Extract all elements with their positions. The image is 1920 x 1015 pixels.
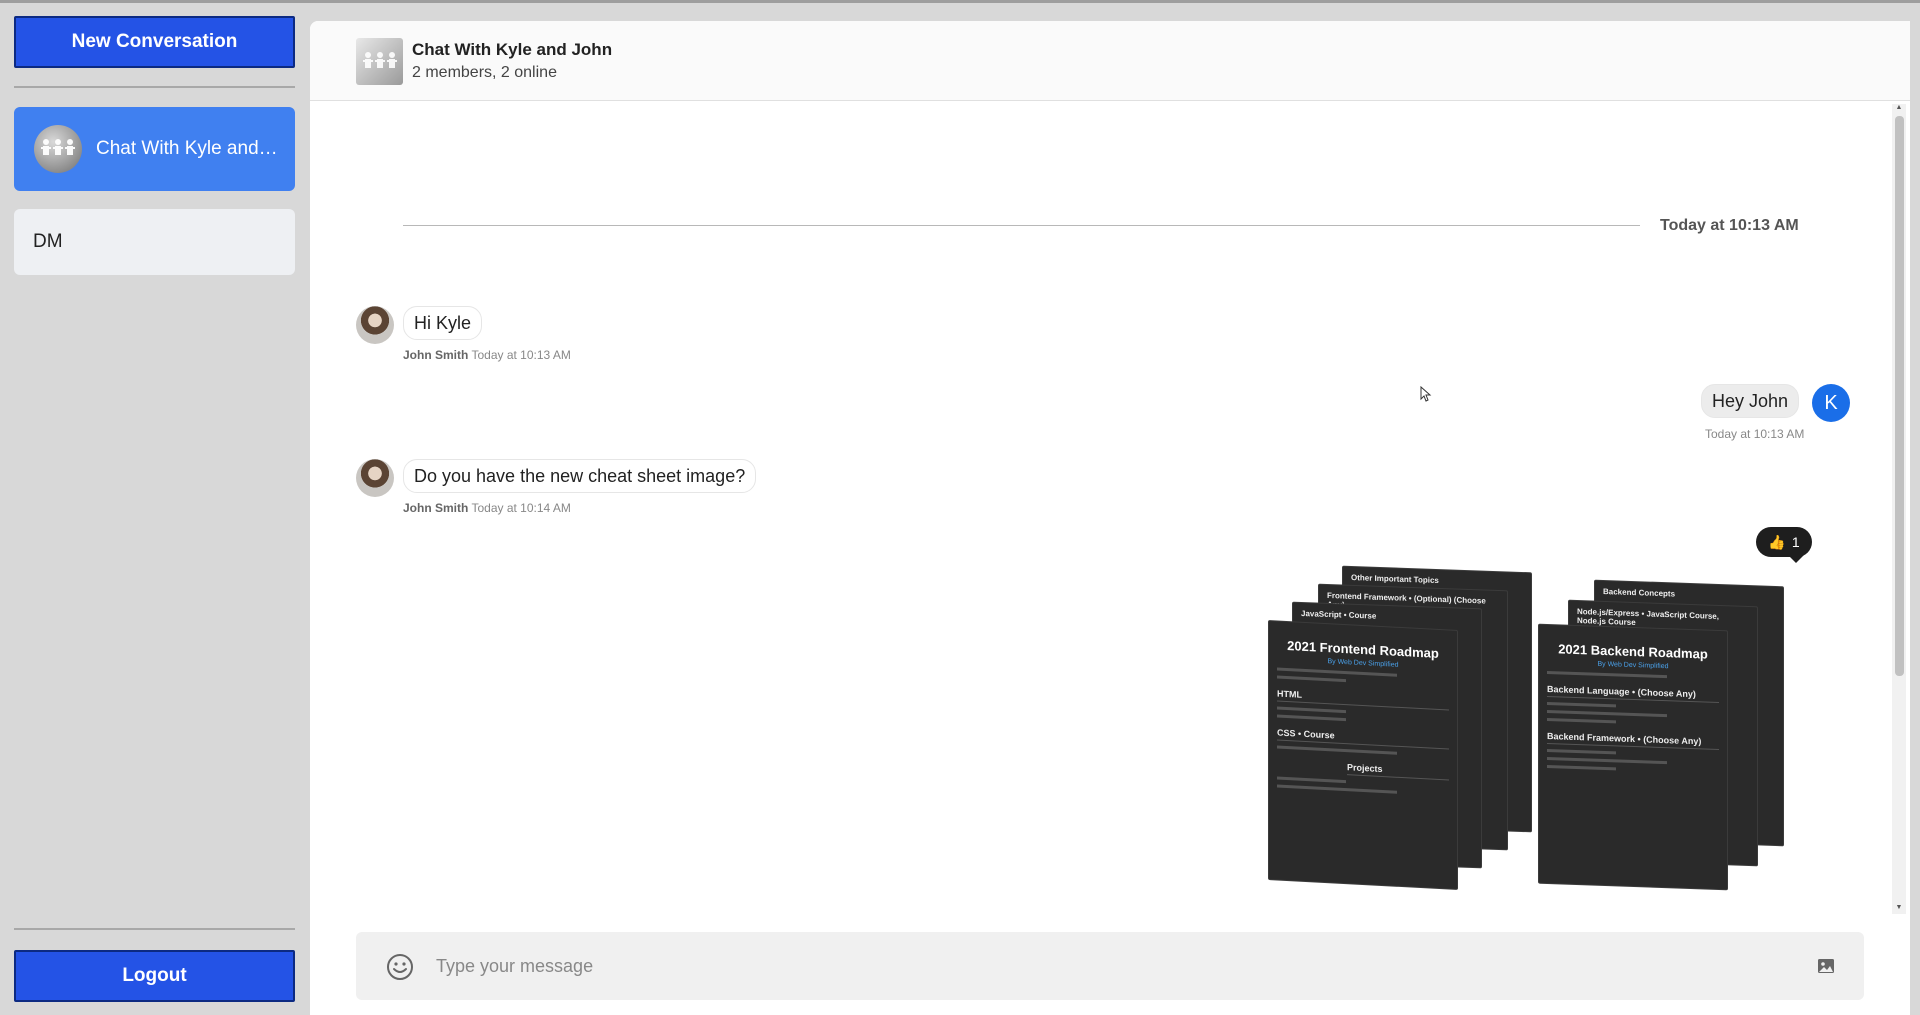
roadmap-tab-label: Backend Concepts	[1603, 586, 1676, 599]
date-separator-label: Today at 10:13 AM	[1660, 217, 1799, 234]
date-separator-line	[403, 225, 1640, 226]
chat-title: Chat With Kyle and John	[412, 40, 613, 59]
message-author: John Smith	[403, 501, 469, 515]
message-meta: John Smith Today at 10:14 AM	[403, 501, 571, 515]
john-smith-avatar	[356, 459, 394, 497]
message-composer	[356, 932, 1864, 1000]
kyle-avatar: K	[1812, 384, 1850, 422]
roadmap-section: Backend Framework • (Choose Any)	[1547, 730, 1719, 751]
paper-dolls-icon	[41, 139, 75, 155]
reaction-count: 1	[1791, 534, 1800, 550]
emoji-icon[interactable]	[386, 953, 414, 981]
roadmap-text-line	[1547, 764, 1616, 771]
roadmap-text-line	[1547, 709, 1668, 718]
own-message-bubble: Hey John	[1701, 384, 1800, 418]
thumbs-up-icon: 👍	[1768, 533, 1786, 550]
group-chat-avatar	[356, 38, 403, 85]
roadmap-text-line	[1277, 714, 1346, 722]
message-time: Today at 10:13 AM	[471, 348, 571, 362]
roadmap-section: Projects	[1347, 762, 1449, 781]
roadmap-section: Backend Language • (Choose Any)	[1547, 683, 1719, 704]
message-meta: John Smith Today at 10:13 AM	[403, 348, 571, 362]
message-input[interactable]	[436, 947, 1776, 985]
roadmap-text-line	[1277, 784, 1398, 794]
message-time: Today at 10:13 AM	[1705, 427, 1805, 441]
shared-image-frontend-roadmap[interactable]: Other Important Topics Frontend Framewor…	[1262, 565, 1542, 939]
sidebar-divider	[14, 86, 295, 88]
roadmap-text-line	[1277, 706, 1346, 714]
message-bubble: Hi Kyle	[403, 306, 483, 340]
john-smith-avatar	[356, 306, 394, 344]
roadmap-text-line	[1547, 670, 1668, 679]
paper-dolls-icon	[362, 51, 397, 68]
scrollbar-thumb[interactable]	[1895, 116, 1904, 676]
chat-panel: Chat With Kyle and John 2 members, 2 onl…	[310, 21, 1910, 1015]
thumbs-up-reaction[interactable]: 👍 1	[1756, 527, 1812, 563]
chat-header: Chat With Kyle and John 2 members, 2 onl…	[310, 21, 1910, 101]
conversation-item-group-chat[interactable]: Chat With Kyle and John	[14, 107, 295, 191]
message-bubble: Do you have the new cheat sheet image?	[403, 459, 757, 493]
sidebar: New Conversation Chat With Kyle and John…	[0, 3, 310, 1015]
conversation-name: DM	[33, 231, 63, 252]
chat-member-status: 2 members, 2 online	[412, 64, 557, 81]
roadmap-text-line	[1547, 748, 1616, 755]
roadmap-text-line	[1547, 701, 1616, 708]
shared-image-backend-roadmap[interactable]: Backend Concepts Node.js/Express • JavaS…	[1532, 579, 1812, 943]
scroll-up-arrow-icon[interactable]: ▲	[1895, 104, 1903, 111]
roadmap-text-line	[1277, 745, 1398, 755]
message-scrollbar[interactable]: ▲ ▼	[1892, 104, 1906, 914]
conversation-name: Chat With Kyle and John	[96, 138, 281, 159]
roadmap-front-page: 2021 Backend Roadmap By Web Dev Simplifi…	[1538, 623, 1728, 891]
message-time: Today at 10:14 AM	[471, 501, 571, 515]
group-chat-avatar	[34, 125, 82, 173]
roadmap-text-line	[1277, 776, 1346, 784]
roadmap-title: 2021 Backend Roadmap	[1558, 641, 1708, 662]
roadmap-tab-label: JavaScript • Course	[1301, 608, 1377, 621]
roadmap-text-line	[1547, 717, 1616, 724]
mouse-cursor-icon	[1420, 386, 1432, 402]
scroll-down-arrow-icon[interactable]: ▼	[1895, 904, 1903, 911]
roadmap-text-line	[1277, 667, 1398, 677]
roadmap-front-page: 2021 Frontend Roadmap By Web Dev Simplif…	[1268, 620, 1458, 890]
logout-button[interactable]: Logout	[14, 950, 295, 1002]
sidebar-divider	[14, 928, 295, 930]
roadmap-text-line	[1547, 756, 1668, 765]
conversation-item-dm[interactable]: DM	[14, 209, 295, 275]
roadmap-text-line	[1277, 675, 1346, 683]
new-conversation-button[interactable]: New Conversation	[14, 16, 295, 68]
image-icon[interactable]	[1816, 956, 1836, 976]
message-author: John Smith	[403, 348, 469, 362]
